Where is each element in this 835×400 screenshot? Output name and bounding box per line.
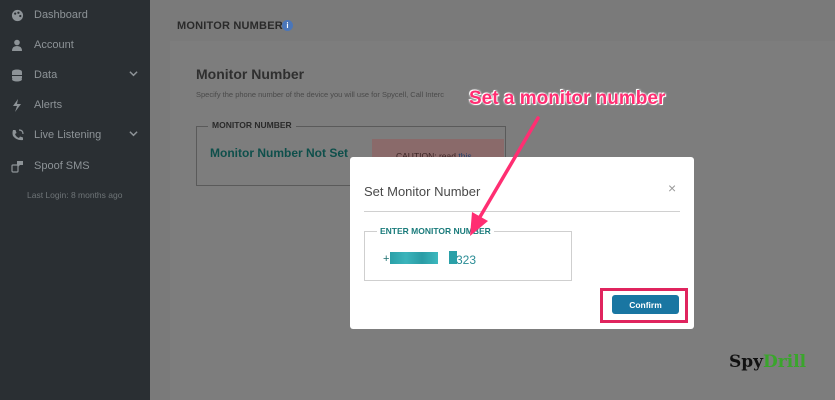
annotation-label: Set a monitor number [469,88,666,109]
watermark-logo: SpyDrill [729,352,806,372]
watermark-part2: Drill [763,352,807,372]
annotation-arrow-icon [470,116,540,236]
watermark-part1: Spy [729,352,764,372]
